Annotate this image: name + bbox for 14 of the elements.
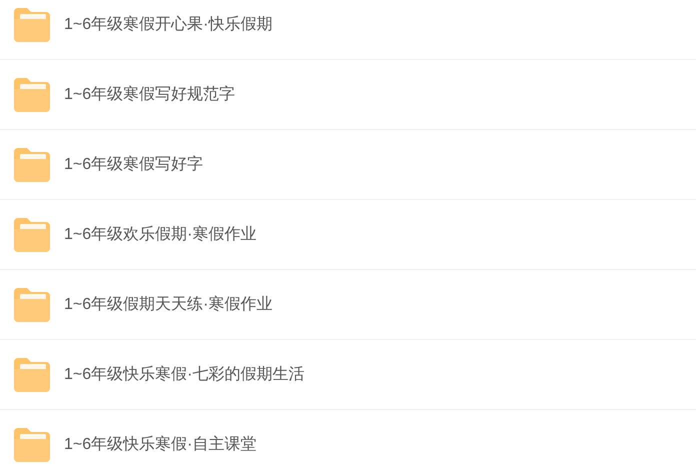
folder-icon — [14, 8, 50, 42]
folder-name[interactable]: 1~6年级假期天天练·寒假作业 — [64, 294, 272, 315]
folder-icon — [14, 358, 50, 392]
folder-icon — [14, 218, 50, 252]
folder-name[interactable]: 1~6年级欢乐假期·寒假作业 — [64, 224, 256, 245]
folder-icon — [14, 288, 50, 322]
folder-icon — [14, 78, 50, 112]
folder-name[interactable]: 1~6年级寒假写好字 — [64, 154, 204, 175]
folder-name[interactable]: 1~6年级寒假开心果·快乐假期 — [64, 14, 272, 35]
folder-name[interactable]: 1~6年级快乐寒假·七彩的假期生活 — [64, 364, 304, 385]
folder-name[interactable]: 1~6年级寒假写好规范字 — [64, 84, 236, 105]
folder-icon — [14, 148, 50, 182]
folder-name[interactable]: 1~6年级快乐寒假·自主课堂 — [64, 434, 256, 455]
folder-icon — [14, 428, 50, 462]
